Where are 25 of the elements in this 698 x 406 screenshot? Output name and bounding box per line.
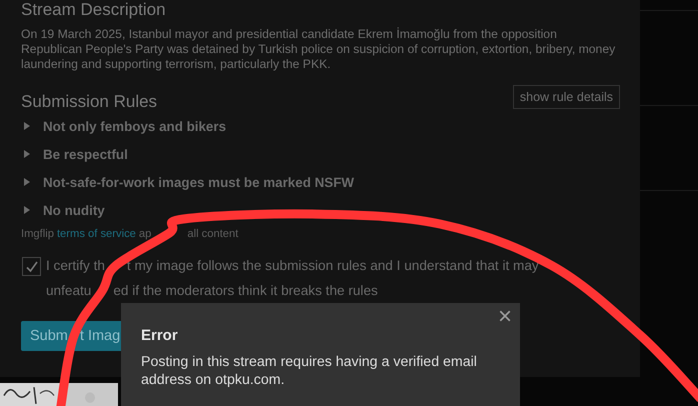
close-button[interactable]: × <box>496 305 514 329</box>
terms-text: ap <box>138 228 152 240</box>
rule-title[interactable]: Not-safe-for-work images must be marked NSFW <box>43 174 354 190</box>
certify-label: I certify th <box>46 257 105 275</box>
stream-description: On 19 March 2025, Istanbul mayor and presidential candidate Ekrem İmamoğlu from the opposition Republican People's Party was detained by Turkish police on suspicion of corruption, extortion, bribery, money laundering and supporting terrorism, particularly the PKK. <box>21 27 616 72</box>
certify-label: ed if the moderators think it breaks the rules <box>113 282 378 300</box>
rule-title[interactable]: No nudity <box>43 202 105 218</box>
caret-right-icon[interactable] <box>24 206 30 214</box>
certify-label: t my image follows the submission rules and I understand that it may <box>126 257 539 275</box>
certify-label: unfeatu <box>46 282 92 300</box>
terms-text: Imgflip <box>21 228 54 240</box>
caret-right-icon[interactable] <box>24 122 30 130</box>
terms-link[interactable]: terms of service <box>56 228 136 240</box>
caret-right-icon[interactable] <box>24 150 30 158</box>
dialog-title: Error <box>141 327 179 344</box>
rule-title[interactable]: Be respectful <box>43 146 128 162</box>
checkbox[interactable] <box>22 257 41 276</box>
section-heading: Stream Description <box>21 0 167 19</box>
dialog-message: Posting in this stream requires having a verified email address on otpku.com. <box>141 353 478 389</box>
checkmark-icon <box>24 260 38 272</box>
caret-right-icon[interactable] <box>24 178 30 186</box>
section-heading: Submission Rules <box>21 92 158 112</box>
show-rule-details-button[interactable]: show rule details <box>512 85 620 109</box>
terms-text: all content <box>187 228 238 240</box>
rule-title[interactable]: Not only femboys and bikers <box>43 118 226 134</box>
